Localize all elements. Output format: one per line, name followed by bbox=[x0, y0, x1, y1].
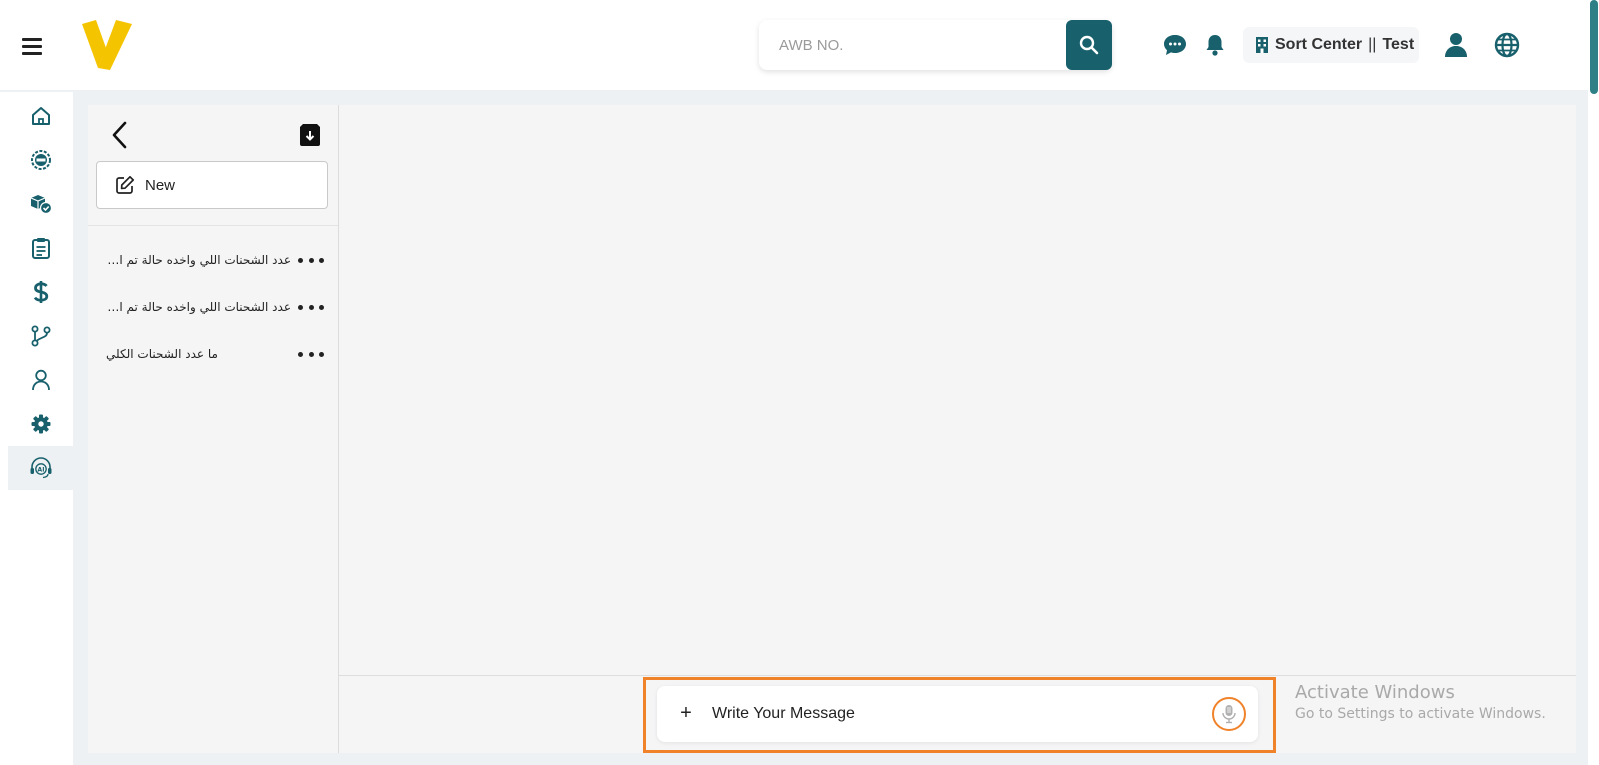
svg-text:AI: AI bbox=[37, 466, 44, 473]
sidebar: AI bbox=[0, 92, 73, 765]
branch-icon bbox=[31, 325, 50, 347]
more-options-icon[interactable] bbox=[298, 344, 324, 364]
chat-history-panel: New عدد الشحنات اللي واخده حالة تم التوص… bbox=[88, 105, 339, 753]
sort-center-selector[interactable]: Sort Center || Test bbox=[1243, 27, 1419, 63]
conversation-item[interactable]: عدد الشحنات اللي واخده حالة تم التوصيلل bbox=[96, 240, 332, 280]
chevron-left-icon bbox=[112, 121, 127, 149]
sidebar-item-ai-assistant[interactable]: AI bbox=[8, 446, 73, 490]
history-divider bbox=[88, 225, 338, 226]
scrollbar-track[interactable] bbox=[1588, 0, 1599, 765]
dollar-icon bbox=[33, 281, 48, 303]
sidebar-item-new[interactable] bbox=[8, 138, 73, 182]
building-icon bbox=[1256, 37, 1268, 53]
logo[interactable] bbox=[80, 18, 134, 72]
boxes-check-icon bbox=[30, 195, 52, 215]
new-chat-label: New bbox=[145, 176, 176, 194]
conversation-item[interactable]: ما عدد الشحنات الكلي bbox=[96, 334, 332, 374]
conversation-item[interactable]: عدد الشحنات اللي واخده حالة تم التوصيلل bbox=[96, 287, 332, 327]
ai-support-icon: AI bbox=[30, 457, 51, 479]
conversation-title: عدد الشحنات اللي واخده حالة تم التوصيلل bbox=[106, 253, 291, 267]
sidebar-item-home[interactable] bbox=[8, 94, 73, 138]
sidebar-item-settings[interactable] bbox=[8, 402, 73, 446]
sidebar-item-finance[interactable] bbox=[8, 270, 73, 314]
clipboard-icon bbox=[31, 238, 50, 259]
archive-icon bbox=[300, 124, 320, 146]
settings-icon bbox=[31, 414, 50, 434]
edit-icon bbox=[116, 175, 135, 194]
sidebar-item-branches[interactable] bbox=[8, 314, 73, 358]
sidebar-item-reports[interactable] bbox=[8, 226, 73, 270]
archive-button[interactable] bbox=[298, 123, 322, 147]
scrollbar-thumb[interactable] bbox=[1590, 0, 1598, 94]
sidebar-item-users[interactable] bbox=[8, 358, 73, 402]
windows-activation-watermark: Activate Windows Go to Settings to activ… bbox=[1295, 682, 1546, 722]
conversation-title: عدد الشحنات اللي واخده حالة تم التوصيلل bbox=[106, 300, 291, 314]
home-icon bbox=[31, 107, 50, 125]
awb-search bbox=[759, 20, 1112, 70]
sort-center-label: Sort Center bbox=[1275, 36, 1363, 53]
chat-bubble-icon[interactable] bbox=[1162, 32, 1188, 58]
environment-label: Test bbox=[1382, 36, 1415, 53]
bell-icon[interactable] bbox=[1202, 32, 1228, 58]
more-options-icon[interactable] bbox=[298, 250, 324, 270]
microphone-icon bbox=[1222, 705, 1236, 724]
new-chat-button[interactable]: New bbox=[96, 161, 328, 209]
more-options-icon[interactable] bbox=[298, 297, 324, 317]
watermark-title: Activate Windows bbox=[1295, 682, 1455, 703]
voice-button[interactable] bbox=[1212, 697, 1246, 731]
watermark-subtitle: Go to Settings to activate Windows. bbox=[1295, 706, 1546, 722]
top-bar: Sort Center || Test bbox=[0, 0, 1599, 90]
search-button[interactable] bbox=[1066, 20, 1112, 70]
message-input[interactable] bbox=[712, 694, 1192, 734]
globe-icon[interactable] bbox=[1494, 32, 1520, 58]
sidebar-item-shipments[interactable] bbox=[8, 182, 73, 226]
message-composer: + bbox=[657, 686, 1258, 742]
sort-center-separator: || bbox=[1368, 36, 1377, 53]
chat-messages-area bbox=[339, 105, 1576, 675]
awb-search-input[interactable] bbox=[759, 20, 1064, 70]
new-badge-icon bbox=[30, 150, 51, 170]
attach-button[interactable]: + bbox=[675, 702, 697, 724]
back-button[interactable] bbox=[108, 119, 132, 151]
menu-icon[interactable] bbox=[22, 38, 42, 56]
conversation-title: ما عدد الشحنات الكلي bbox=[106, 347, 218, 361]
search-icon bbox=[1079, 35, 1099, 55]
profile-icon[interactable] bbox=[1443, 32, 1469, 58]
user-icon bbox=[31, 369, 50, 391]
